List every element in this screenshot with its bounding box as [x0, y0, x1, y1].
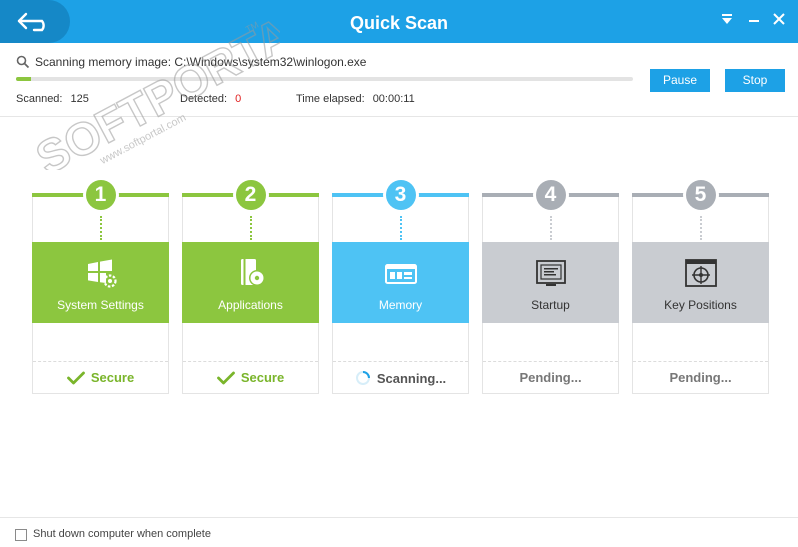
back-button[interactable] [0, 0, 70, 43]
step-card-system-settings: 1 System Settings Secure [32, 177, 169, 394]
step-state: Secure [183, 370, 318, 385]
step-panel: System Settings [32, 242, 169, 323]
step-state: Secure [33, 370, 168, 385]
footer: Shut down computer when complete [0, 517, 798, 547]
step-card-key-positions: 5 Key Positions Pending... [632, 177, 769, 394]
key-positions-icon [684, 259, 717, 287]
step-card-startup: 4 Startup Pending... [482, 177, 619, 394]
step-number-badge: 4 [532, 177, 569, 213]
checkmark-icon [66, 371, 85, 384]
scan-status-panel: Scanning memory image: C:\Windows\system… [0, 43, 798, 117]
step-card-applications: 2 Applications Secure [182, 177, 319, 394]
memory-icon [384, 264, 417, 284]
detected-value: 0 [235, 93, 242, 105]
scanned-value: 125 [70, 93, 89, 105]
stop-button[interactable]: Stop [725, 69, 785, 92]
time-stat: Time elapsed: 00:00:11 [296, 93, 415, 105]
step-state: Pending... [669, 370, 732, 385]
shutdown-checkbox[interactable] [15, 529, 27, 541]
applications-icon [240, 259, 265, 286]
detected-stat: Detected: 0 [180, 93, 241, 105]
dropdown-button[interactable] [716, 8, 738, 30]
checkmark-icon [216, 371, 235, 384]
time-value: 00:00:11 [372, 93, 415, 105]
scanned-stat: Scanned: 125 [16, 93, 89, 105]
step-label: Memory [378, 298, 423, 312]
step-card-memory: 3 Memory Scanning... [332, 177, 469, 394]
step-panel: Memory [332, 242, 469, 323]
progress-fill [16, 77, 31, 81]
pause-button[interactable]: Pause [650, 69, 710, 92]
loading-spinner-icon [355, 371, 370, 385]
step-state: Pending... [519, 370, 582, 385]
minimize-button[interactable] [743, 8, 765, 30]
step-number-badge: 5 [682, 177, 719, 213]
step-state: Scanning... [333, 370, 468, 386]
step-panel: Key Positions [632, 242, 769, 323]
window-title: Quick Scan [349, 13, 449, 33]
close-button[interactable] [768, 8, 790, 30]
step-label: System Settings [57, 298, 144, 312]
step-panel: Applications [182, 242, 319, 323]
watermark-url: www.softportal.com [97, 112, 188, 168]
back-arrow-icon [17, 12, 45, 31]
title-bar: Quick Scan [0, 0, 798, 43]
windows-settings-icon [87, 259, 117, 288]
step-label: Applications [218, 298, 283, 312]
progress-bar [16, 77, 633, 81]
step-number-badge: 1 [82, 177, 119, 213]
close-icon [773, 13, 785, 25]
scanning-path: Scanning memory image: C:\Windows\system… [35, 55, 367, 69]
step-number-badge: 2 [232, 177, 269, 213]
scanning-line: Scanning memory image: C:\Windows\system… [16, 55, 366, 69]
search-icon [16, 55, 30, 69]
step-number-badge: 3 [382, 177, 419, 213]
startup-icon [535, 260, 566, 286]
time-label: Time elapsed: [296, 93, 365, 105]
step-label: Key Positions [664, 298, 737, 312]
detected-label: Detected: [180, 93, 228, 105]
scanned-label: Scanned: [16, 93, 63, 105]
step-panel: Startup [482, 242, 619, 323]
minimize-icon [749, 20, 759, 22]
step-label: Startup [531, 298, 570, 312]
shutdown-label[interactable]: Shut down computer when complete [33, 528, 211, 540]
dropdown-icon [722, 14, 732, 24]
